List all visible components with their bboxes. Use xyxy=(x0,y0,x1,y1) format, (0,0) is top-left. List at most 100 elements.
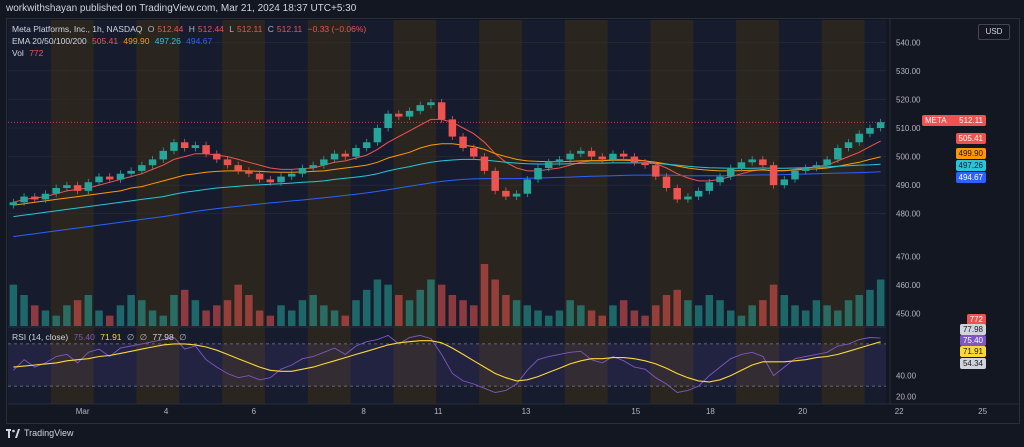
volume-bar xyxy=(812,300,821,326)
time-tick-label: 6 xyxy=(252,407,257,416)
candle-body xyxy=(876,122,885,128)
candle-body xyxy=(84,182,93,191)
change-value: −0.33 (−0.06%) xyxy=(307,24,367,34)
price-tick-label: 490.00 xyxy=(896,181,921,190)
volume-bar xyxy=(737,315,746,326)
candle-body xyxy=(405,110,414,117)
tradingview-logo-icon xyxy=(6,428,20,438)
ema-label: EMA 20/50/100/200 xyxy=(12,36,87,46)
candle-body xyxy=(726,168,735,177)
candle-body xyxy=(662,176,671,188)
volume-bar xyxy=(41,310,50,326)
chart-root: workwithshayan published on TradingView.… xyxy=(0,0,1024,447)
volume-bar xyxy=(352,300,360,326)
candle-body xyxy=(63,185,71,188)
volume-bar xyxy=(373,279,382,326)
volume-bar xyxy=(694,305,703,326)
chart-svg[interactable]: 480.00 490.00 500.00 510.00 520.00 530.00 540.… xyxy=(0,0,1024,447)
volume-bar xyxy=(555,310,564,326)
candle-body xyxy=(245,170,253,174)
open-label: O xyxy=(147,24,155,34)
volume-bar xyxy=(298,300,307,326)
time-tick-label: 18 xyxy=(706,407,715,416)
volume-bar xyxy=(619,300,628,326)
candle-body xyxy=(73,185,82,191)
volume-bar xyxy=(170,295,178,326)
volume-bar xyxy=(652,305,660,326)
candle-body xyxy=(148,159,157,166)
rsi-na-3: ∅ xyxy=(179,332,187,342)
volume-bar xyxy=(587,310,596,326)
candle-body xyxy=(213,153,221,160)
volume-bar xyxy=(823,305,831,326)
time-tick-label: 4 xyxy=(164,407,169,416)
footer-brand-text: TradingView xyxy=(24,428,74,438)
candle-body xyxy=(95,176,103,183)
volume-bar xyxy=(9,284,18,326)
volume-bar xyxy=(855,295,863,326)
currency-button[interactable]: USD xyxy=(978,24,1010,40)
candle-body xyxy=(341,153,350,157)
candle-body xyxy=(234,165,242,171)
candle-body xyxy=(287,173,296,177)
volume-bar xyxy=(459,300,467,326)
price-tick-label: 530.00 xyxy=(896,67,921,76)
candle-body xyxy=(309,165,317,168)
candle-body xyxy=(138,165,146,171)
ema200-value: 494.67 xyxy=(186,36,213,46)
candle-body xyxy=(769,165,778,186)
open-value: 512.44 xyxy=(157,24,184,34)
volume-bar xyxy=(405,300,414,326)
volume-bar xyxy=(341,315,350,326)
rsi-upper-value: 77.98 xyxy=(152,332,174,342)
candle-body xyxy=(694,190,703,197)
high-label: H xyxy=(188,24,195,34)
candle-body xyxy=(416,105,424,111)
volume-bar xyxy=(844,300,853,326)
candle-body xyxy=(202,145,210,154)
close-label: C xyxy=(267,24,274,34)
candle-body xyxy=(352,148,360,157)
volume-bar xyxy=(95,310,103,326)
volume-bar xyxy=(791,305,799,326)
volume-bar xyxy=(480,264,489,326)
volume-bar xyxy=(609,305,617,326)
price-tick-label: 460.00 xyxy=(896,281,921,290)
volume-bar xyxy=(641,315,649,326)
time-tick-label: Mar xyxy=(76,407,90,416)
volume-bar xyxy=(630,310,639,326)
rsi-value: 75.40 xyxy=(73,332,95,342)
candle-body xyxy=(116,173,125,180)
candle-body xyxy=(544,162,553,168)
candle-body xyxy=(105,176,114,180)
volume-bar xyxy=(84,295,93,326)
candle-body xyxy=(855,133,863,143)
candle-body xyxy=(641,162,649,166)
candle-body xyxy=(523,179,532,194)
rsi-tick-label: 40.00 xyxy=(896,372,917,381)
volume-bar xyxy=(512,300,521,326)
vol-label: Vol xyxy=(12,48,24,58)
volume-bar xyxy=(491,279,499,326)
candle-body xyxy=(320,159,328,166)
time-tick-label: 8 xyxy=(361,407,366,416)
ema100-value: 497.26 xyxy=(154,36,181,46)
candle-body xyxy=(41,193,50,200)
volume-bar xyxy=(705,295,714,326)
time-tick-label: 22 xyxy=(895,407,904,416)
volume-bar xyxy=(180,289,189,326)
volume-bar xyxy=(191,300,200,326)
candle-body xyxy=(20,196,28,203)
candle-body xyxy=(577,150,585,154)
price-tick-label: 500.00 xyxy=(896,153,921,162)
volume-bar xyxy=(416,289,424,326)
ema20-value: 505.41 xyxy=(92,36,119,46)
candle-body xyxy=(180,142,189,148)
volume-bar xyxy=(523,305,532,326)
candle-body xyxy=(844,142,853,148)
time-tick-label: 15 xyxy=(631,407,640,416)
candle-body xyxy=(502,190,510,197)
symbol-legend: Meta Platforms, Inc., 1h, NASDAQ O 512.44… xyxy=(12,24,369,34)
volume-bar xyxy=(245,295,253,326)
volume-bar xyxy=(362,289,371,326)
